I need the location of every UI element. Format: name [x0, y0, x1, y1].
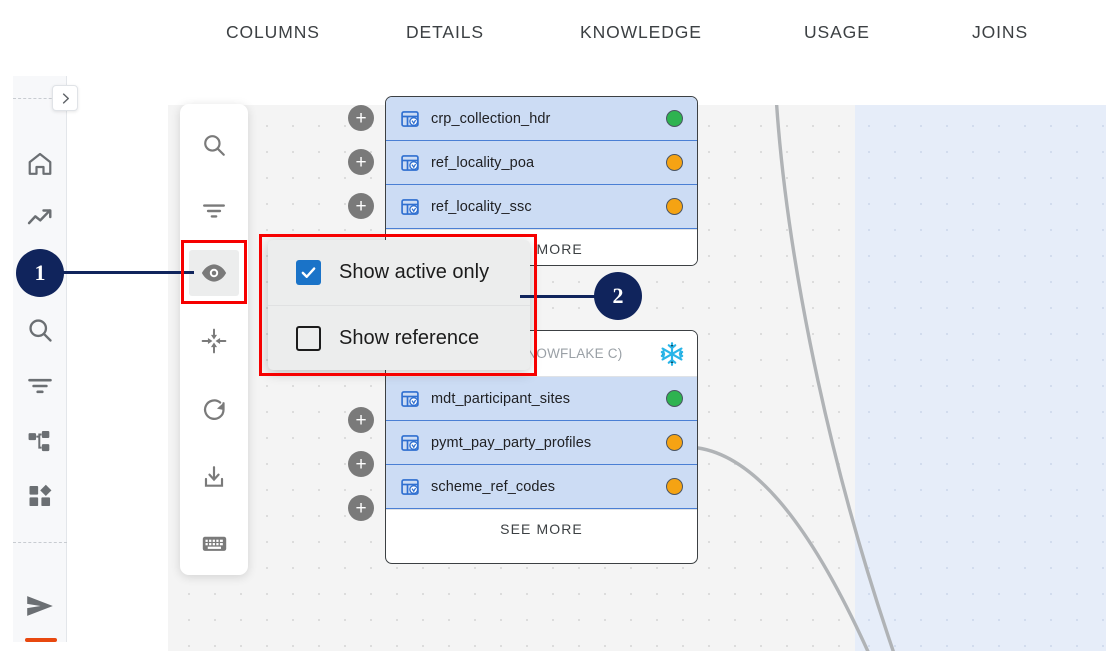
sidebar-item-search[interactable]	[13, 308, 67, 352]
see-more-button[interactable]: SEE MORE	[386, 509, 697, 547]
add-row-button[interactable]: +	[348, 105, 374, 131]
trending-up-icon	[26, 204, 54, 232]
send-icon	[24, 590, 56, 622]
status-dot	[666, 110, 683, 127]
keyboard-icon	[201, 530, 228, 557]
snowflake-icon	[659, 341, 685, 367]
tab-details[interactable]: DETAILS	[406, 22, 484, 43]
toolbar-filter-button[interactable]	[189, 188, 239, 234]
table-view-icon	[400, 153, 420, 173]
toolbar-search-button[interactable]	[189, 122, 239, 168]
left-nav-rail	[13, 22, 67, 642]
app-root: crp_collection_hdr ref_locality_poa	[0, 0, 1106, 666]
toolbar-visibility-button[interactable]	[189, 250, 239, 296]
menu-item-label: Show active only	[339, 261, 489, 284]
tab-list: COLUMNS DETAILS KNOWLEDGE USAGE JOINS	[150, 22, 1080, 56]
menu-item-show-reference[interactable]: Show reference	[268, 305, 530, 370]
checkbox-checked-icon[interactable]	[296, 260, 321, 285]
table-view-icon	[400, 433, 420, 453]
tab-usage[interactable]: USAGE	[804, 22, 870, 43]
table-row-label: scheme_ref_codes	[431, 479, 666, 495]
tab-joins[interactable]: JOINS	[972, 22, 1028, 43]
status-dot	[666, 198, 683, 215]
tab-columns[interactable]: COLUMNS	[226, 22, 320, 43]
sidebar-item-send[interactable]	[13, 584, 67, 628]
status-dot	[666, 478, 683, 495]
sidebar-item-apps[interactable]	[13, 474, 67, 518]
callout-badge-2: 2	[594, 272, 642, 320]
search-icon	[26, 316, 54, 344]
add-row-button[interactable]: +	[348, 193, 374, 219]
status-dot	[666, 434, 683, 451]
menu-item-label: Show reference	[339, 327, 479, 350]
canvas-toolbar	[180, 104, 248, 575]
table-view-icon	[400, 197, 420, 217]
expand-sidebar-button[interactable]	[52, 85, 78, 111]
table-row[interactable]: ref_locality_poa	[386, 141, 697, 185]
toolbar-collapse-button[interactable]	[189, 318, 239, 364]
eye-visibility-icon	[200, 259, 228, 287]
add-row-button[interactable]: +	[348, 407, 374, 433]
tab-knowledge[interactable]: KNOWLEDGE	[580, 22, 702, 43]
table-row[interactable]: crp_collection_hdr	[386, 97, 697, 141]
table-row-label: mdt_participant_sites	[431, 391, 666, 407]
toolbar-refresh-button[interactable]	[189, 386, 239, 432]
toolbar-download-button[interactable]	[189, 454, 239, 500]
callout-connector-1	[58, 271, 194, 274]
rail-accent-bar	[25, 638, 57, 642]
add-row-button[interactable]: +	[348, 149, 374, 175]
table-row[interactable]: scheme_ref_codes	[386, 465, 697, 509]
status-dot	[666, 154, 683, 171]
table-view-icon	[400, 389, 420, 409]
table-row-label: crp_collection_hdr	[431, 111, 666, 127]
apps-icon	[26, 482, 54, 510]
toolbar-keyboard-button[interactable]	[189, 520, 239, 566]
table-row[interactable]: pymt_pay_party_profiles	[386, 421, 697, 465]
add-row-button[interactable]: +	[348, 495, 374, 521]
table-row-label: ref_locality_ssc	[431, 199, 666, 215]
download-icon	[201, 464, 227, 490]
table-row-label: pymt_pay_party_profiles	[431, 435, 666, 451]
sidebar-item-lineage[interactable]	[13, 420, 67, 464]
search-icon	[201, 132, 227, 158]
sidebar-item-analytics[interactable]	[13, 196, 67, 240]
filter-icon	[201, 198, 227, 224]
home-icon	[26, 150, 54, 178]
checkbox-unchecked-icon[interactable]	[296, 326, 321, 351]
filter-icon	[26, 372, 54, 400]
sidebar-item-home[interactable]	[13, 142, 67, 186]
top-tab-bar: COLUMNS DETAILS KNOWLEDGE USAGE JOINS	[0, 0, 1106, 76]
table-row-label: ref_locality_poa	[431, 155, 666, 171]
table-view-icon	[400, 109, 420, 129]
lineage-icon	[26, 428, 54, 456]
menu-item-show-active-only[interactable]: Show active only	[268, 240, 530, 305]
callout-badge-1: 1	[16, 249, 64, 297]
table-view-icon	[400, 477, 420, 497]
collapse-center-icon	[201, 328, 227, 354]
sidebar-item-filter[interactable]	[13, 364, 67, 408]
visibility-dropdown-menu: Show active only Show reference	[268, 240, 530, 370]
table-row[interactable]: ref_locality_ssc	[386, 185, 697, 229]
refresh-icon	[201, 396, 228, 423]
status-dot	[666, 390, 683, 407]
table-row[interactable]: mdt_participant_sites	[386, 377, 697, 421]
rail-divider-bottom	[13, 542, 67, 543]
chevron-right-icon	[58, 91, 73, 106]
add-row-button[interactable]: +	[348, 451, 374, 477]
